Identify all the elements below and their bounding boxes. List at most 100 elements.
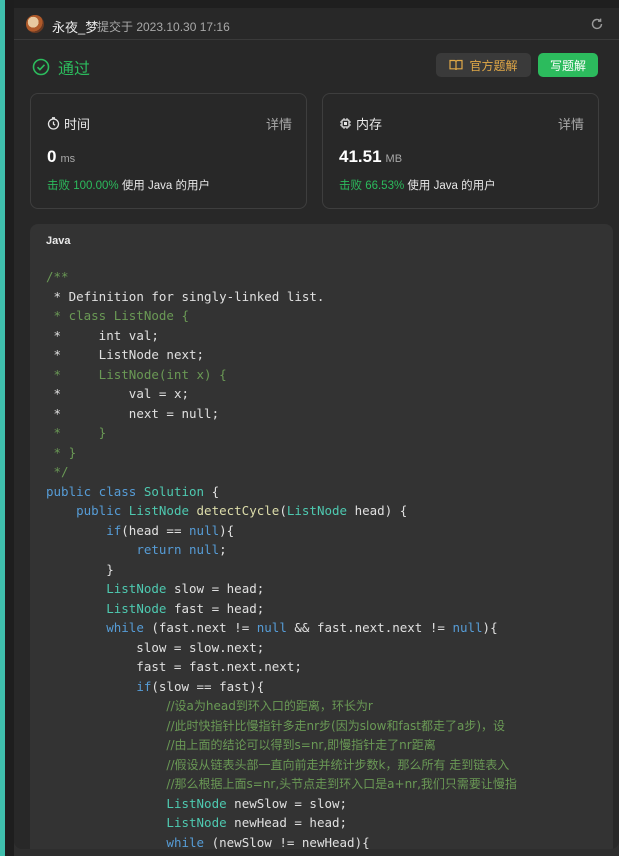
code-token: ListNode xyxy=(166,815,227,830)
memory-value: 41.51 MB xyxy=(339,147,402,167)
code-token: (newSlow != newHead){ xyxy=(204,834,370,850)
code-line: * class ListNode { xyxy=(46,306,613,326)
runtime-title: 时间 xyxy=(47,114,90,133)
code-line: * ListNode next; xyxy=(46,345,613,365)
write-solution-button[interactable]: 写题解 xyxy=(538,53,598,77)
code-panel: Java /** * Definition for singly-linked … xyxy=(30,224,613,849)
code-line: ListNode newHead = head; xyxy=(46,813,613,833)
code-token: ){ xyxy=(219,522,235,538)
status-row: 通过 xyxy=(32,55,90,79)
username[interactable]: 永夜_梦 xyxy=(52,17,98,36)
top-strip xyxy=(14,0,619,8)
submission-panel: 永夜_梦 提交于 2023.10.30 17:16 通过 官方题解 写题解 时间 xyxy=(14,0,619,849)
code-line: slow = slow.next; xyxy=(46,638,613,658)
avatar[interactable] xyxy=(26,15,44,33)
code-token: //由上面的结论可以得到s=nr,即慢指针走了nr距离 xyxy=(166,738,436,752)
code-line: //由上面的结论可以得到s=nr,即慢指针走了nr距离 xyxy=(46,735,613,755)
runtime-value: 0 ms xyxy=(47,147,75,167)
window-gap xyxy=(5,0,14,856)
code-token: (fast.next != xyxy=(143,620,257,635)
code-token: if xyxy=(136,678,152,694)
code-line: /** xyxy=(46,267,613,287)
refresh-icon[interactable] xyxy=(590,17,604,31)
code-token: while xyxy=(166,834,205,850)
code-token: newSlow = slow; xyxy=(226,795,348,811)
code-block[interactable]: /** * Definition for singly-linked list.… xyxy=(46,267,613,849)
submission-header: 永夜_梦 提交于 2023.10.30 17:16 xyxy=(14,8,619,40)
code-token: * } xyxy=(46,425,107,440)
code-token: (slow == fast){ xyxy=(151,678,265,694)
code-token: * } xyxy=(46,444,77,460)
code-token: * next = null; xyxy=(53,405,220,421)
code-line: */ xyxy=(46,462,613,482)
code-line: if(slow == fast){ xyxy=(46,677,613,697)
code-line: while (fast.next != null && fast.next.ne… xyxy=(46,618,613,638)
memory-beats: 击败 66.53% 使用 Java 的用户 xyxy=(339,177,496,193)
code-token: null xyxy=(189,522,220,538)
code-token: newHead = head; xyxy=(226,815,348,830)
code-line: return null; xyxy=(46,540,613,560)
code-token: ){ xyxy=(482,620,498,635)
code-token: * class ListNode { xyxy=(46,308,189,323)
code-token: //此时快指针比慢指针多走nr步(因为slow和fast都走了a步)，设 xyxy=(166,718,506,733)
chip-icon xyxy=(340,118,351,129)
code-token: { xyxy=(204,483,220,499)
runtime-beats-percent: 击败 100.00% xyxy=(47,180,119,192)
code-token: if xyxy=(106,522,122,538)
code-token: detectCycle xyxy=(196,503,280,518)
official-solution-label: 官方题解 xyxy=(469,58,518,73)
memory-beats-percent: 击败 66.53% xyxy=(339,180,405,192)
write-solution-label: 写题解 xyxy=(549,58,586,73)
code-token: ; xyxy=(219,542,227,557)
code-token: return null xyxy=(136,542,220,557)
code-line: * ListNode(int x) { xyxy=(46,365,613,385)
code-token: head) { xyxy=(347,503,408,518)
code-token: ListNode xyxy=(106,581,167,596)
code-line: * Definition for singly-linked list. xyxy=(46,287,613,307)
code-line: * } xyxy=(46,443,613,463)
code-token: } xyxy=(46,561,114,577)
code-token: /** xyxy=(46,269,69,284)
code-token: */ xyxy=(46,464,69,479)
code-token: fast = head; xyxy=(166,600,265,616)
submitted-time: 提交于 2023.10.30 17:16 xyxy=(97,20,230,34)
official-solution-button[interactable]: 官方题解 xyxy=(436,53,531,77)
code-token: ListNode xyxy=(106,600,167,616)
memory-beats-suffix: 使用 Java 的用户 xyxy=(407,180,496,192)
code-line: * } xyxy=(46,423,613,443)
memory-card[interactable]: 内存 详情 41.51 MB 击败 66.53% 使用 Java 的用户 xyxy=(322,93,599,209)
code-line: } xyxy=(46,560,613,580)
code-line: while (newSlow != newHead){ xyxy=(46,833,613,850)
code-line: ListNode newSlow = slow; xyxy=(46,794,613,814)
code-line: ListNode slow = head; xyxy=(46,579,613,599)
code-token: slow = head; xyxy=(166,581,265,596)
runtime-card[interactable]: 时间 详情 0 ms 击败 100.00% 使用 Java 的用户 xyxy=(30,93,307,209)
code-token: ListNode xyxy=(128,503,197,518)
code-line: ListNode fast = head; xyxy=(46,599,613,619)
memory-unit: MB xyxy=(385,153,403,165)
runtime-beats: 击败 100.00% 使用 Java 的用户 xyxy=(47,177,210,193)
code-token: * int val; xyxy=(53,327,159,343)
runtime-detail-link[interactable]: 详情 xyxy=(266,114,292,133)
code-token: public xyxy=(76,503,129,518)
code-token: while xyxy=(106,620,144,635)
status-accepted: 通过 xyxy=(58,61,91,78)
check-circle-icon xyxy=(32,58,50,76)
code-line: if(head == null){ xyxy=(46,521,613,541)
memory-detail-link[interactable]: 详情 xyxy=(558,114,584,133)
code-line: //假设从链表头部一直向前走并统计步数k，那么所有 走到链表入 xyxy=(46,755,613,775)
code-line: * int val; xyxy=(46,326,613,346)
code-token: * ListNode next; xyxy=(53,347,205,362)
